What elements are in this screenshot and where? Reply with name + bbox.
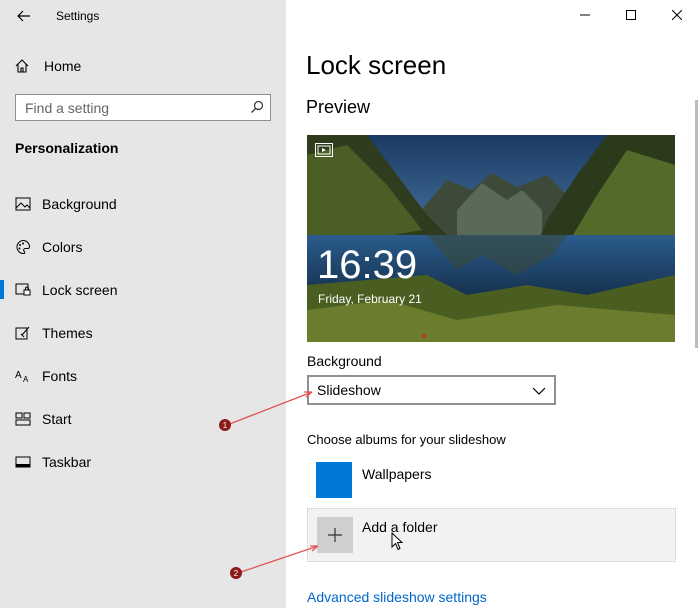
window-controls [562,0,700,30]
album-name: Wallpapers [362,466,432,482]
back-button[interactable] [14,6,34,26]
albums-label: Choose albums for your slideshow [307,432,506,447]
search-box[interactable] [15,94,271,121]
sidebar-item-label: Background [42,195,117,212]
app-title: Settings [56,9,100,23]
palette-icon [14,238,32,256]
sidebar-item-lock-screen[interactable]: Lock screen [0,268,286,311]
chevron-down-icon [532,387,546,395]
close-button[interactable] [654,0,700,30]
sidebar-item-background[interactable]: Background [0,182,286,225]
background-dropdown-value: Slideshow [317,382,381,398]
home-nav-item[interactable]: Home [14,56,81,76]
add-folder-tile [317,517,353,553]
search-input[interactable] [25,99,245,116]
fonts-icon: AA [14,367,32,385]
sidebar-item-taskbar[interactable]: Taskbar [0,440,286,483]
nav-list: Background Colors Lock screen Themes AA … [0,182,286,483]
album-thumbnail [316,462,352,498]
sidebar-item-label: Colors [42,238,83,255]
home-icon [15,59,29,73]
lock-screen-date: Friday, February 21 [318,292,422,306]
home-label: Home [44,58,82,74]
sidebar-item-themes[interactable]: Themes [0,311,286,354]
lock-screen-time: 16:39 [317,243,418,287]
start-icon [14,410,32,428]
search-icon[interactable] [250,100,264,114]
sidebar-item-start[interactable]: Start [0,397,286,440]
album-item-wallpapers[interactable]: Wallpapers [307,456,676,504]
plus-icon [328,528,342,542]
svg-text:A: A [15,370,22,381]
sidebar-item-label: Taskbar [42,453,92,470]
scrollbar[interactable] [695,100,698,348]
picture-icon [14,195,32,213]
themes-icon [14,324,32,342]
background-label: Background [307,353,382,369]
mouse-cursor-icon [391,532,403,551]
section-title: Personalization [15,140,119,156]
sidebar-item-label: Fonts [42,367,78,384]
lock-screen-preview: 16:39 Friday, February 21 [307,135,675,342]
slideshow-icon [315,143,333,157]
preview-heading: Preview [306,97,371,117]
maximize-icon [626,10,636,20]
page-title: Lock screen [306,50,447,80]
maximize-button[interactable] [608,0,654,30]
lock-screen-icon [14,281,32,299]
minimize-button[interactable] [562,0,608,30]
advanced-slideshow-settings-link[interactable]: Advanced slideshow settings [307,589,487,605]
sidebar-item-fonts[interactable]: AA Fonts [0,354,286,397]
minimize-icon [580,14,590,16]
background-dropdown[interactable]: Slideshow [307,375,556,405]
sidebar: Settings Home Personalization Background… [0,0,286,608]
svg-text:A: A [23,375,29,383]
sidebar-item-colors[interactable]: Colors [0,225,286,268]
taskbar-icon [14,453,32,471]
preview-landscape-image [307,135,675,342]
sidebar-item-label: Lock screen [42,281,118,298]
back-arrow-icon [17,10,30,22]
add-folder-button[interactable]: Add a folder [307,508,676,562]
sidebar-item-label: Themes [42,324,93,341]
close-icon [672,10,682,20]
sidebar-item-label: Start [42,410,72,427]
